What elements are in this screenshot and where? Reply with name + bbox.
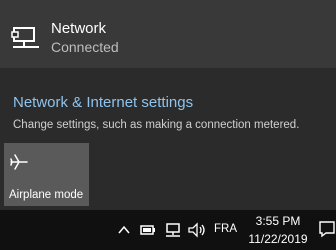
notification-icon[interactable] (318, 220, 336, 238)
network-flyout: Network Connected Network & Internet set… (0, 0, 336, 210)
network-status: Connected (51, 39, 119, 55)
clock-date[interactable]: 11/22/2019 (246, 232, 310, 246)
settings-description: Change settings, such as making a connec… (13, 119, 300, 131)
chevron-up-icon[interactable] (117, 222, 131, 238)
network-item[interactable]: Network Connected (0, 0, 336, 68)
ethernet-icon (11, 27, 39, 48)
airplane-mode-label: Airplane mode (9, 189, 84, 201)
language-indicator[interactable]: FRA (214, 223, 237, 235)
network-name: Network (51, 20, 107, 37)
clock-time[interactable]: 3:55 PM (253, 214, 303, 228)
airplane-icon (10, 154, 28, 170)
battery-icon[interactable] (139, 222, 157, 238)
airplane-mode-button[interactable]: Airplane mode (4, 143, 89, 206)
network-internet-settings-link[interactable]: Network & Internet settings (13, 94, 193, 111)
network-tray-icon[interactable] (164, 222, 182, 238)
volume-icon[interactable] (187, 222, 207, 238)
taskbar: FRA 3:55 PM 11/22/2019 (0, 210, 336, 250)
